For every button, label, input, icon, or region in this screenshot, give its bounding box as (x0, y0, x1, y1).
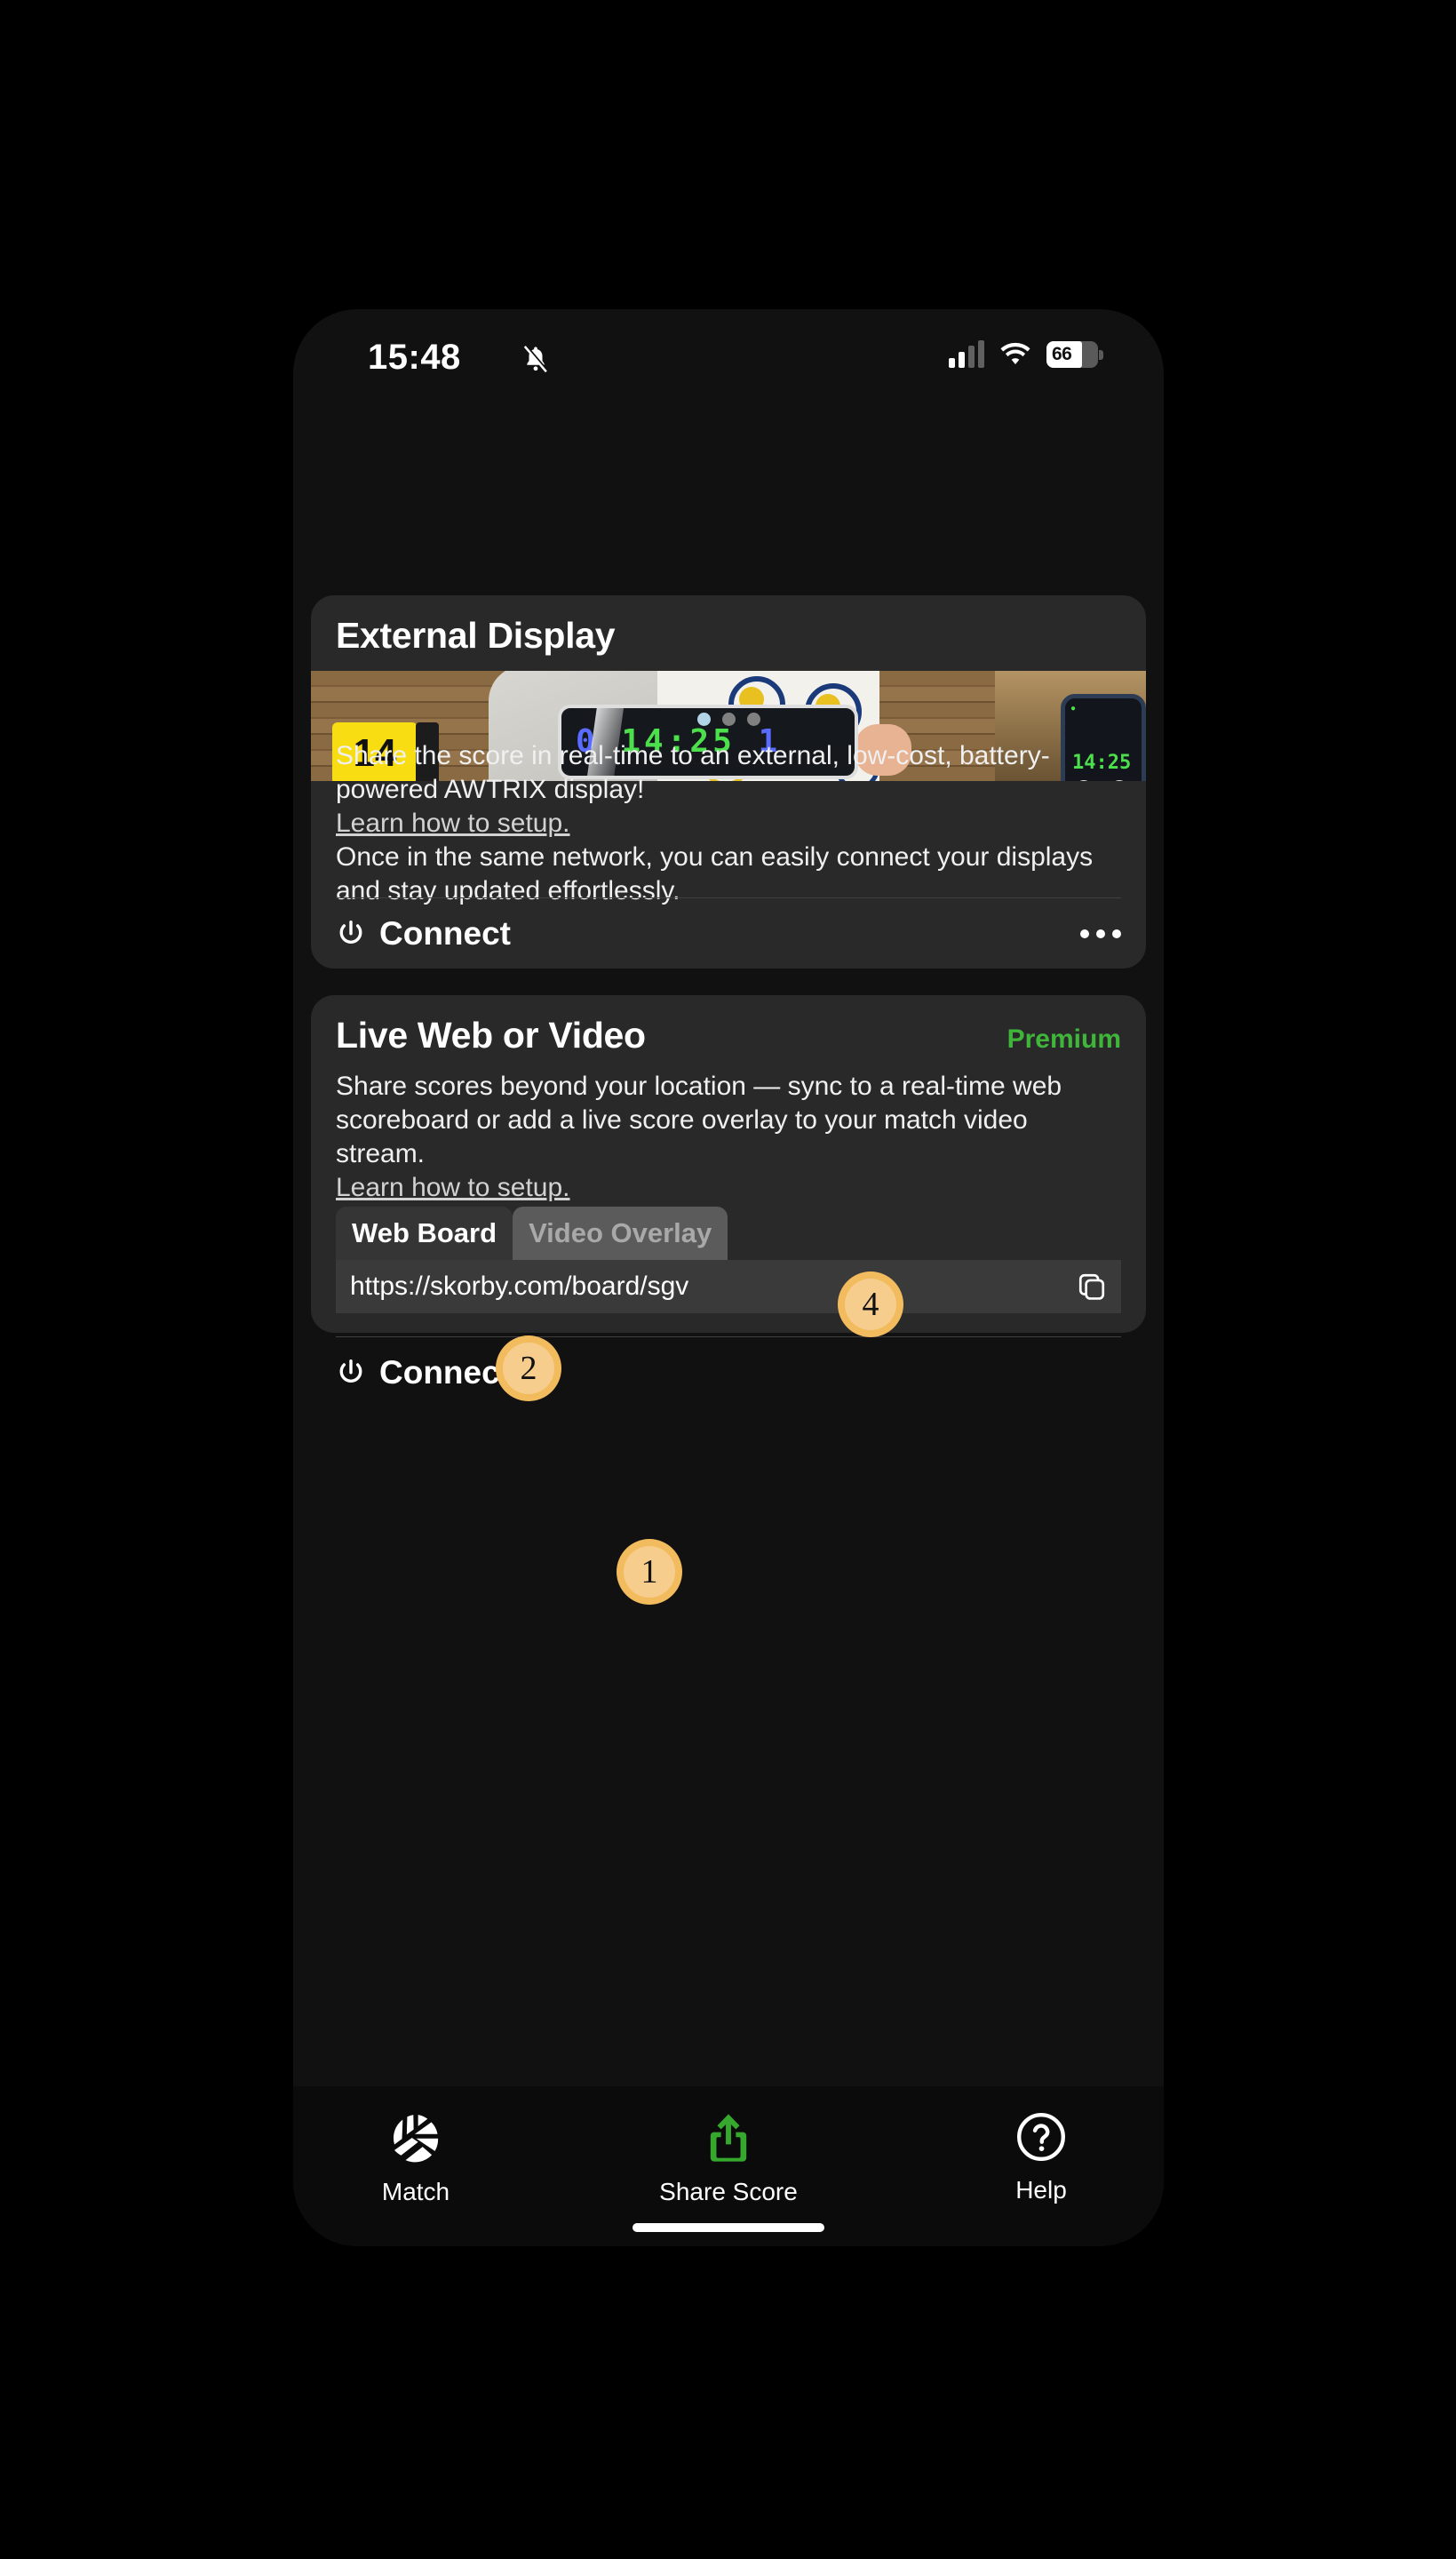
tab-help-label: Help (1015, 2176, 1067, 2204)
live-web-header: Live Web or Video Premium (311, 995, 1146, 1056)
share-url-value: https://skorby.com/board/sgv (350, 1272, 689, 1301)
tab-match-label: Match (381, 2178, 450, 2205)
annotation-badge-4-number: 4 (845, 1279, 896, 1330)
annotation-badge-2: 2 (496, 1335, 561, 1401)
status-icons: 66 (949, 340, 1103, 368)
external-display-card: External Display 14 0 14:25 1 ● 14:25 Sh… (311, 595, 1146, 969)
tab-share-score-label: Share Score (659, 2178, 798, 2205)
tab-video-overlay[interactable]: Video Overlay (513, 1207, 728, 1260)
live-web-title: Live Web or Video (336, 1015, 646, 1056)
cellular-signal-icon (949, 340, 984, 368)
external-display-connect-label: Connect (379, 915, 511, 952)
ellipsis-icon[interactable] (1080, 929, 1121, 938)
wifi-icon (1000, 342, 1030, 364)
annotation-badge-4: 4 (838, 1272, 903, 1337)
external-display-body: Share the score in real-time to an exter… (336, 739, 1121, 908)
tab-web-board[interactable]: Web Board (336, 1207, 513, 1260)
external-display-setup-link[interactable]: Learn how to setup. (336, 807, 1121, 841)
live-web-connect-label: Connect (379, 1354, 511, 1391)
share-mode-tabs[interactable]: Web Board Video Overlay (336, 1207, 728, 1260)
live-web-divider (336, 1336, 1121, 1337)
carousel-dots[interactable] (311, 713, 1146, 726)
status-bar: 15:48 66 (293, 309, 1164, 418)
status-time: 15:48 (368, 338, 461, 377)
external-display-connect-row[interactable]: Connect (336, 915, 1121, 953)
tab-match[interactable]: Match (327, 2109, 505, 2206)
live-web-setup-link[interactable]: Learn how to setup. (336, 1171, 1121, 1205)
external-display-description: Share the score in real-time to an exter… (336, 741, 1050, 804)
annotation-badge-1: 1 (617, 1539, 682, 1605)
tab-share-score[interactable]: Share Score (640, 2109, 817, 2206)
external-display-divider (336, 897, 1121, 898)
annotation-badge-2-number: 2 (503, 1343, 554, 1394)
share-icon (710, 2114, 747, 2162)
screen-content: External Display 14 0 14:25 1 ● 14:25 Sh… (293, 418, 1164, 2246)
power-icon (339, 1359, 362, 1383)
screenshot-root: 15:48 66 External Display 14 0 14:25 1 ●… (0, 0, 1456, 2559)
carousel-dot-3[interactable] (746, 713, 760, 726)
power-icon (339, 920, 362, 944)
carousel-dot-2[interactable] (721, 713, 736, 726)
premium-badge: Premium (1006, 1024, 1121, 1054)
live-web-description: Share scores beyond your location — sync… (336, 1072, 1062, 1168)
external-display-header: External Display (311, 595, 1146, 657)
tab-help[interactable]: Help (952, 2109, 1130, 2204)
home-indicator[interactable] (633, 2223, 824, 2232)
question-circle-icon (1017, 2113, 1065, 2161)
annotation-badge-1-number: 1 (624, 1546, 675, 1598)
bell-slash-icon (523, 345, 549, 373)
bottom-tab-bar: Match Share Score Help (293, 2086, 1164, 2246)
battery-indicator: 66 (1046, 341, 1103, 368)
live-web-body: Share scores beyond your location — sync… (336, 1070, 1121, 1205)
live-web-or-video-card: Live Web or Video Premium Share scores b… (311, 995, 1146, 1391)
phone-frame: 15:48 66 External Display 14 0 14:25 1 ●… (293, 309, 1164, 2246)
volleyball-icon (393, 2115, 439, 2163)
battery-level: 66 (1052, 344, 1072, 364)
share-url-field[interactable]: https://skorby.com/board/sgv (336, 1260, 1121, 1313)
carousel-dot-1[interactable] (696, 713, 711, 726)
external-display-title: External Display (336, 615, 616, 656)
copy-icon[interactable] (1077, 1271, 1107, 1303)
live-web-connect-row[interactable]: Connect (336, 1354, 1121, 1391)
